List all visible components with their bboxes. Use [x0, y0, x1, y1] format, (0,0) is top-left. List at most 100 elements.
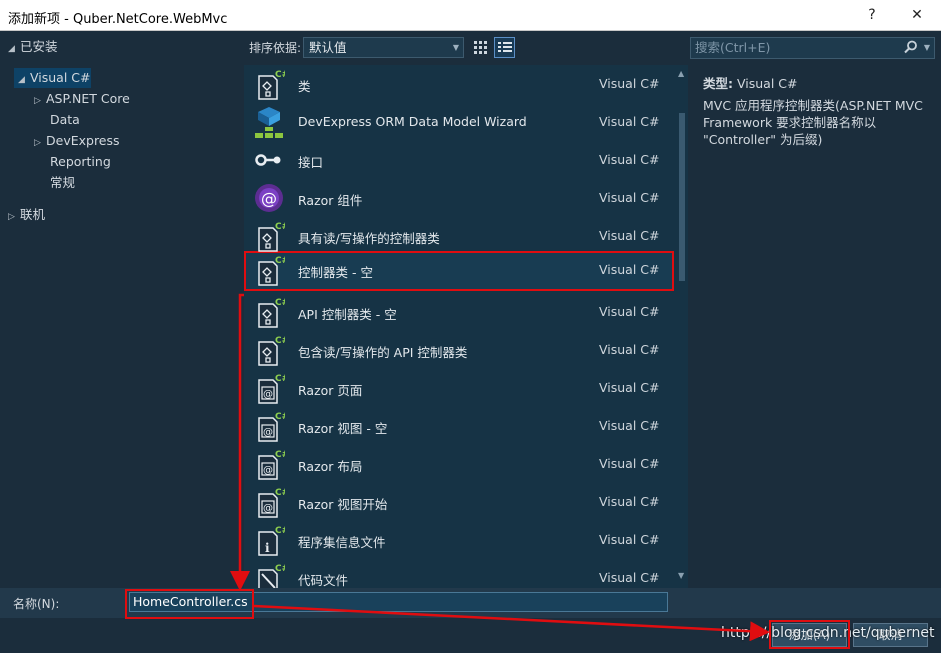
close-button[interactable]: ✕	[897, 4, 937, 26]
controller-icon: C#	[253, 334, 289, 366]
template-list[interactable]: C#代码文件Visual C#iC#程序集信息文件Visual C#@C#Raz…	[244, 65, 688, 588]
tree-node-label: 联机	[20, 207, 46, 222]
chevron-down-icon: ▼	[452, 43, 459, 52]
annotation-box-name-input	[125, 589, 254, 619]
tree-node-label: 常规	[50, 175, 76, 190]
expanded-arrow-icon[interactable]: ◢	[8, 39, 20, 59]
assembly-info-icon: i C#	[253, 524, 289, 556]
tree-node-devexpress[interactable]: ▷ DevExpress	[34, 131, 120, 151]
template-item[interactable]: @C# Razor 视图开始 Visual C#	[244, 483, 676, 521]
template-item[interactable]: C# 代码文件 Visual C#	[244, 559, 676, 588]
tree-node-asp-net-core[interactable]: ▷ ASP.NET Core	[34, 89, 130, 109]
name-label: 名称(N):	[13, 597, 60, 611]
svg-text:C#: C#	[275, 336, 285, 346]
svg-text:@: @	[263, 465, 273, 476]
chevron-down-icon: ▼	[923, 43, 930, 52]
help-button[interactable]: ?	[852, 4, 892, 26]
tree-node-visual-csharp[interactable]: ◢ Visual C#	[14, 68, 91, 88]
expanded-arrow-icon[interactable]: ◢	[18, 70, 30, 90]
tree-node-label: 已安装	[20, 39, 58, 54]
template-name: 代码文件	[298, 573, 349, 588]
template-name: 控制器类 - 空	[298, 265, 373, 280]
template-item[interactable]: @C# Razor 页面 Visual C#	[244, 369, 676, 407]
collapsed-arrow-icon[interactable]: ▷	[34, 133, 46, 153]
razor-page-icon: @C#	[253, 410, 289, 442]
svg-text:@: @	[263, 427, 273, 438]
template-item[interactable]: DevExpress ORM Data Model Wizard Visual C…	[244, 103, 676, 141]
template-item[interactable]: i C# 程序集信息文件 Visual C#	[244, 521, 676, 559]
collapsed-arrow-icon[interactable]: ▷	[34, 91, 46, 111]
svg-text:C#: C#	[275, 488, 285, 498]
svg-text:@: @	[263, 503, 273, 514]
svg-text:C#: C#	[275, 374, 285, 384]
tree-node-data[interactable]: Data	[50, 110, 80, 130]
template-name: Razor 布局	[298, 459, 363, 474]
tree-node-label: Visual C#	[30, 70, 91, 85]
template-language: Visual C#	[599, 190, 660, 205]
svg-text:C#: C#	[275, 564, 285, 574]
tree-node-online[interactable]: ▷ 联机	[8, 205, 45, 225]
template-name: 接口	[298, 155, 324, 170]
scrollbar[interactable]: ▲ ▼	[676, 65, 688, 588]
template-language: Visual C#	[599, 262, 660, 277]
razor-component-icon: @	[253, 182, 285, 214]
collapsed-arrow-icon[interactable]: ▷	[8, 207, 20, 227]
template-name: 包含读/写操作的 API 控制器类	[298, 345, 468, 360]
orm-wizard-icon	[253, 106, 285, 138]
svg-text:C#: C#	[275, 70, 285, 80]
interface-icon	[253, 144, 285, 176]
template-language: Visual C#	[599, 342, 660, 357]
dialog-body: ◢ 已安装 ◢ Visual C# ▷ ASP.NET Core Data ▷ DevE…	[0, 31, 941, 653]
template-item[interactable]: C# 包含读/写操作的 API 控制器类 Visual C#	[244, 331, 676, 369]
code-file-icon: C#	[253, 562, 289, 588]
search-icon	[904, 40, 917, 54]
controller-icon: C#	[253, 220, 289, 252]
template-language: Visual C#	[599, 114, 660, 129]
svg-text:C#: C#	[275, 298, 285, 308]
template-item[interactable]: C# 类 Visual C#	[244, 65, 676, 103]
sort-dropdown[interactable]: 默认值 ▼	[303, 37, 464, 58]
template-item[interactable]: 接口 Visual C#	[244, 141, 676, 179]
template-item[interactable]: @C# Razor 布局 Visual C#	[244, 445, 676, 483]
search-input[interactable]: 搜索(Ctrl+E) ▼	[690, 37, 935, 59]
tree-node-installed[interactable]: ◢ 已安装	[8, 37, 58, 57]
svg-text:@: @	[261, 189, 277, 208]
scroll-up-icon[interactable]: ▲	[678, 69, 684, 78]
controller-icon: C#	[253, 296, 289, 328]
template-language: Visual C#	[599, 152, 660, 167]
controller-icon: C#	[253, 254, 289, 286]
sort-label: 排序依据:	[249, 41, 302, 55]
scroll-down-icon[interactable]: ▼	[678, 571, 684, 580]
template-item[interactable]: C# API 控制器类 - 空 Visual C#	[244, 293, 676, 331]
template-language: Visual C#	[599, 494, 660, 509]
template-language: Visual C#	[599, 532, 660, 547]
template-language: Visual C#	[599, 76, 660, 91]
svg-text:C#: C#	[275, 222, 285, 232]
template-item[interactable]: C# 具有读/写操作的控制器类 Visual C#	[244, 217, 676, 255]
template-name: Razor 视图开始	[298, 497, 388, 512]
svg-text:C#: C#	[275, 412, 285, 422]
template-item[interactable]: @ Razor 组件 Visual C#	[244, 179, 676, 217]
tree-node-label: DevExpress	[46, 133, 120, 148]
csharp-class-icon: C#	[253, 68, 289, 100]
template-language: Visual C#	[599, 380, 660, 395]
scrollbar-thumb[interactable]	[679, 113, 685, 281]
template-item[interactable]: C# 控制器类 - 空 Visual C#	[244, 251, 674, 291]
tree-node-general[interactable]: 常规	[50, 173, 75, 193]
tree-node-label: Reporting	[50, 154, 111, 169]
svg-text:C#: C#	[275, 450, 285, 460]
template-language: Visual C#	[599, 570, 660, 585]
razor-page-icon: @C#	[253, 448, 289, 480]
razor-page-icon: @C#	[253, 372, 289, 404]
template-language: Visual C#	[599, 228, 660, 243]
grid-view-button[interactable]	[470, 37, 491, 58]
category-tree: ◢ 已安装 ◢ Visual C# ▷ ASP.NET Core Data ▷ DevE…	[0, 31, 244, 588]
template-item[interactable]: @C# Razor 视图 - 空 Visual C#	[244, 407, 676, 445]
list-view-button[interactable]	[494, 37, 515, 58]
tree-node-reporting[interactable]: Reporting	[50, 152, 111, 172]
template-name: 具有读/写操作的控制器类	[298, 231, 440, 246]
detail-type: 类型: Visual C#	[703, 73, 797, 92]
window-title: 添加新项 - Quber.NetCore.WebMvc	[8, 12, 228, 27]
search-placeholder: 搜索(Ctrl+E)	[695, 40, 771, 55]
svg-text:C#: C#	[275, 526, 285, 536]
